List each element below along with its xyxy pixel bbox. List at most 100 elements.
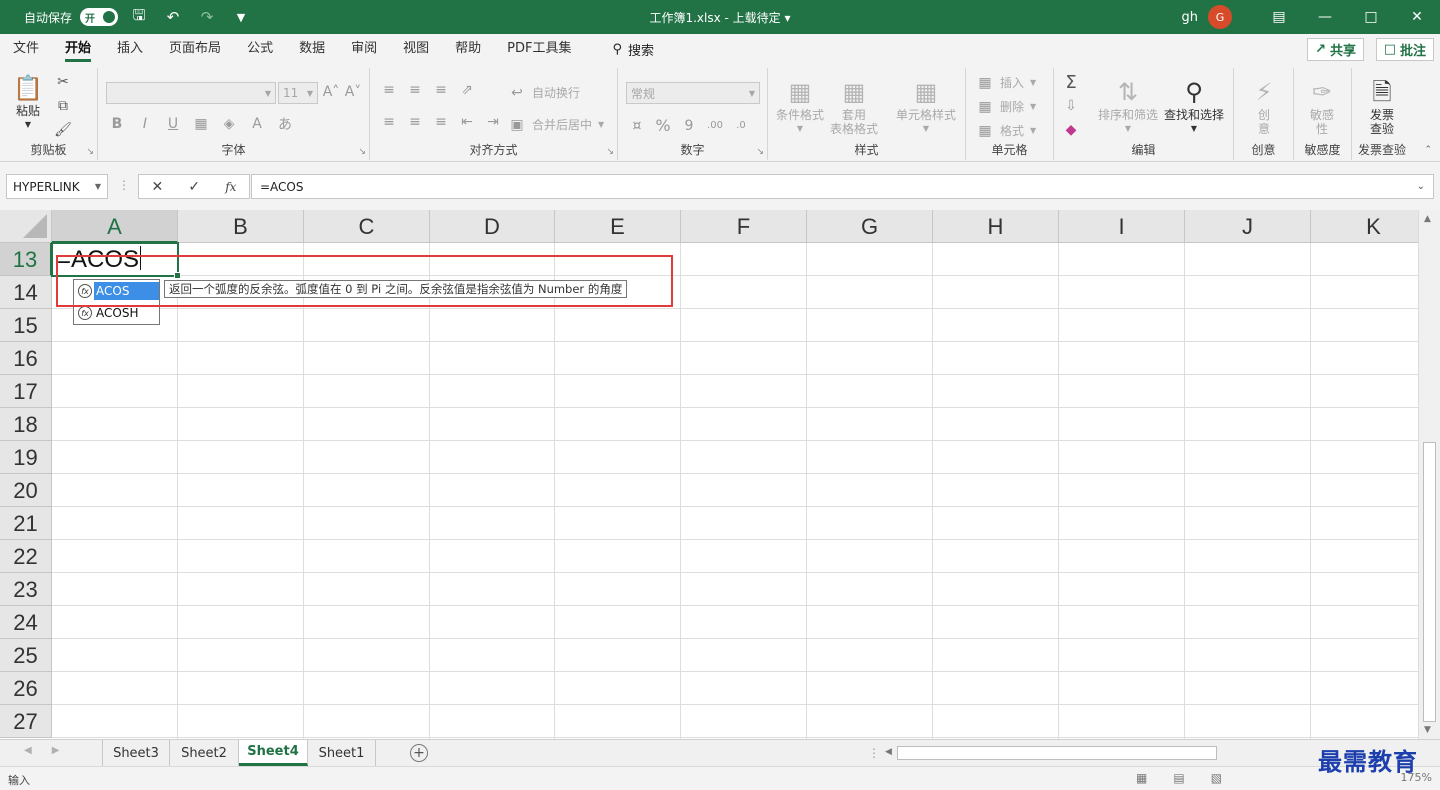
formula-input[interactable]: =ACOS ⌄ <box>251 174 1434 199</box>
title-chevron-icon[interactable]: ▾ <box>781 11 790 25</box>
vertical-scroll-thumb[interactable] <box>1423 442 1436 722</box>
close-icon[interactable]: ✕ <box>1394 0 1440 34</box>
number-format-combo[interactable]: 常规 ▼ <box>626 82 760 104</box>
row-header-23[interactable]: 23 <box>0 573 52 606</box>
tab-insert[interactable]: 插入 <box>104 34 156 64</box>
ideas-button[interactable]: ⚡ 创 意 <box>1248 76 1280 136</box>
minimize-icon[interactable]: — <box>1302 0 1348 34</box>
sheet-bar-grip-icon[interactable]: ⋮ <box>868 746 880 760</box>
dialog-launcher-icon[interactable]: ↘ <box>86 147 94 157</box>
phonetic-icon[interactable]: あ <box>276 114 294 134</box>
border-icon[interactable]: ▦ <box>192 116 210 132</box>
currency-icon[interactable]: ¤ <box>628 118 646 134</box>
sort-filter-button[interactable]: ⇅ 排序和筛选 ▼ <box>1098 76 1158 136</box>
column-header-c[interactable]: C <box>304 210 430 243</box>
align-top-icon[interactable]: ≡ <box>380 82 398 98</box>
format-cells-button[interactable]: ▦ 格式 ▼ <box>976 122 1036 139</box>
clear-icon[interactable]: ◆ <box>1062 122 1080 138</box>
formula-bar-grip-icon[interactable]: ⋮ <box>118 178 130 192</box>
redo-icon[interactable]: ↷ <box>194 4 220 30</box>
font-name-combo[interactable]: ▼ <box>106 82 276 104</box>
column-header-b[interactable]: B <box>178 210 304 243</box>
align-middle-icon[interactable]: ≡ <box>406 82 424 98</box>
comments-button[interactable]: □ 批注 <box>1375 38 1434 61</box>
row-header-18[interactable]: 18 <box>0 408 52 441</box>
tab-view[interactable]: 视图 <box>390 34 442 64</box>
save-icon[interactable]: 🖫 <box>126 4 152 30</box>
invoice-check-button[interactable]: 🗎 发票 查验 <box>1366 76 1398 136</box>
row-header-19[interactable]: 19 <box>0 441 52 474</box>
customize-toolbar-icon[interactable]: ▼ <box>228 4 254 30</box>
active-cell-a13[interactable]: =ACOS <box>51 242 181 279</box>
percent-icon[interactable]: % <box>654 116 672 135</box>
scroll-up-icon[interactable]: ▲ <box>1424 214 1431 224</box>
find-select-button[interactable]: ⚲ 查找和选择 ▼ <box>1164 76 1224 136</box>
decrease-indent-icon[interactable]: ⇤ <box>458 114 476 130</box>
ribbon-display-icon[interactable]: ▤ <box>1256 0 1302 34</box>
sheet-tab-sheet2[interactable]: Sheet2 <box>170 740 239 766</box>
next-sheet-icon[interactable]: ▶ <box>52 745 60 756</box>
increase-font-icon[interactable]: A˄ <box>322 84 340 100</box>
decrease-decimal-icon[interactable]: .0 <box>732 120 750 131</box>
column-header-h[interactable]: H <box>933 210 1059 243</box>
worksheet-grid[interactable]: A B C D E F G H I J K 13 14 15 16 17 18 19 20 21 22 23 24 25 26 2… <box>0 210 1418 739</box>
name-box[interactable]: HYPERLINK ▼ <box>6 174 108 199</box>
autocomplete-item-acosh[interactable]: fx ACOSH <box>74 302 159 324</box>
italic-icon[interactable]: I <box>136 116 154 132</box>
autosum-icon[interactable]: Σ <box>1062 72 1080 93</box>
sheet-tab-sheet4[interactable]: Sheet4 <box>239 740 308 766</box>
font-size-combo[interactable]: 11 ▼ <box>278 82 318 104</box>
align-center-icon[interactable]: ≡ <box>406 114 424 130</box>
sheet-tab-sheet3[interactable]: Sheet3 <box>102 740 170 766</box>
cancel-icon[interactable]: ✕ <box>152 179 164 195</box>
column-header-i[interactable]: I <box>1059 210 1185 243</box>
dialog-launcher-icon[interactable]: ↘ <box>358 147 366 157</box>
prev-sheet-icon[interactable]: ◀ <box>24 745 32 756</box>
column-header-a[interactable]: A <box>52 210 178 243</box>
comma-icon[interactable]: 9 <box>680 118 698 134</box>
format-painter-icon[interactable]: 🖌 <box>54 122 72 138</box>
user-name[interactable]: gh <box>1182 10 1199 25</box>
row-header-17[interactable]: 17 <box>0 375 52 408</box>
tab-formulas[interactable]: 公式 <box>234 34 286 64</box>
decrease-font-icon[interactable]: A˅ <box>344 84 362 100</box>
column-header-j[interactable]: J <box>1185 210 1311 243</box>
underline-icon[interactable]: U <box>164 116 182 132</box>
merge-center-button[interactable]: ▣ 合并后居中 ▼ <box>508 116 604 133</box>
column-header-e[interactable]: E <box>555 210 681 243</box>
row-header-15[interactable]: 15 <box>0 309 52 342</box>
row-header-27[interactable]: 27 <box>0 705 52 738</box>
tell-me-search[interactable]: ⚲ 搜索 <box>584 40 654 59</box>
dialog-launcher-icon[interactable]: ↘ <box>606 147 614 157</box>
maximize-icon[interactable]: □ <box>1348 0 1394 34</box>
row-header-21[interactable]: 21 <box>0 507 52 540</box>
dialog-launcher-icon[interactable]: ↘ <box>756 147 764 157</box>
row-header-25[interactable]: 25 <box>0 639 52 672</box>
paste-button[interactable]: 📋 粘贴 ▼ <box>12 72 44 132</box>
cut-icon[interactable]: ✂ <box>54 74 72 90</box>
tab-home[interactable]: 开始 <box>52 34 104 64</box>
page-break-view-icon[interactable]: ▧ <box>1211 771 1222 785</box>
insert-cells-button[interactable]: ▦ 插入 ▼ <box>976 74 1036 91</box>
align-right-icon[interactable]: ≡ <box>432 114 450 130</box>
bold-icon[interactable]: B <box>108 116 126 132</box>
column-header-d[interactable]: D <box>430 210 555 243</box>
format-as-table-button[interactable]: ▦ 套用 表格格式 <box>830 76 878 136</box>
scroll-left-icon[interactable]: ◀ <box>885 747 892 757</box>
font-color-icon[interactable]: A <box>248 116 266 132</box>
row-header-14[interactable]: 14 <box>0 276 52 309</box>
autocomplete-item-acos[interactable]: fx ACOS <box>74 280 159 302</box>
copy-icon[interactable]: ⧉ <box>54 98 72 114</box>
horizontal-scroll-thumb[interactable] <box>897 746 1217 760</box>
normal-view-icon[interactable]: ▦ <box>1136 771 1147 785</box>
sensitivity-button[interactable]: ✑ 敏感 性 <box>1306 76 1338 136</box>
collapse-ribbon-icon[interactable]: ⌃ <box>1424 145 1432 155</box>
row-header-24[interactable]: 24 <box>0 606 52 639</box>
expand-formula-icon[interactable]: ⌄ <box>1417 181 1425 192</box>
select-all-corner[interactable] <box>0 210 52 243</box>
tab-data[interactable]: 数据 <box>286 34 338 64</box>
insert-function-icon[interactable]: fx <box>225 180 236 194</box>
page-layout-view-icon[interactable]: ▤ <box>1173 771 1184 785</box>
row-header-22[interactable]: 22 <box>0 540 52 573</box>
sheet-tab-sheet1[interactable]: Sheet1 <box>308 740 376 766</box>
